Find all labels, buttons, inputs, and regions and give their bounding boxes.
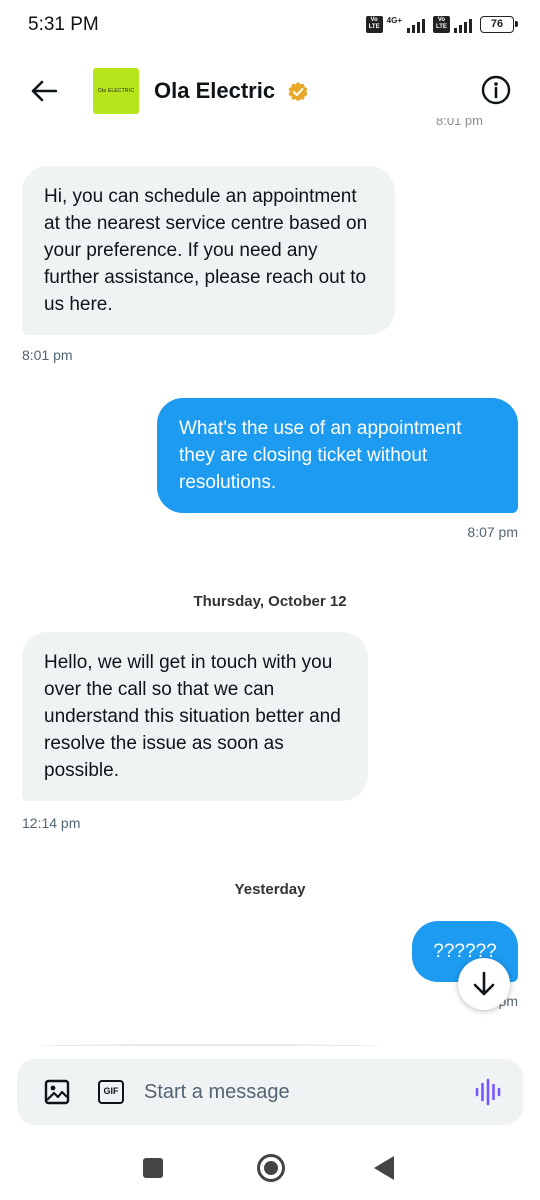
- arrow-left-icon: [31, 80, 57, 102]
- avatar-logo: Ola ELECTRIC: [97, 88, 135, 94]
- home-button[interactable]: [257, 1154, 285, 1182]
- voice-waveform-icon[interactable]: [474, 1078, 502, 1106]
- outgoing-message[interactable]: What's the use of an appointment they ar…: [157, 398, 518, 513]
- status-icons: Vo LTE 4G+ Vo LTE 76: [365, 16, 518, 33]
- recents-button[interactable]: [143, 1158, 163, 1178]
- message-input[interactable]: [144, 1074, 464, 1110]
- signal-strength-icon: [407, 17, 425, 33]
- back-button[interactable]: [26, 74, 62, 108]
- volte-icon-2: Vo LTE: [433, 16, 450, 33]
- incoming-message[interactable]: Hi, you can schedule an appointment at t…: [22, 166, 395, 335]
- scroll-to-bottom-button[interactable]: [458, 958, 510, 1010]
- cut-off-timestamp: 8:01 pm: [436, 118, 483, 128]
- incoming-message[interactable]: Hello, we will get in touch with you ove…: [22, 632, 368, 801]
- date-divider: Yesterday: [234, 881, 306, 898]
- system-back-button[interactable]: [374, 1156, 394, 1180]
- message-timestamp: 12:14 pm: [22, 815, 81, 831]
- network-type: 4G+: [386, 16, 402, 25]
- info-icon[interactable]: [480, 74, 512, 106]
- battery-icon: 76: [480, 16, 518, 33]
- status-time: 5:31 PM: [28, 14, 99, 35]
- verified-badge-icon: [288, 82, 308, 102]
- avatar[interactable]: Ola ELECTRIC: [93, 68, 139, 114]
- system-navigation-bar: [0, 1140, 540, 1200]
- conversation-header: Ola ELECTRIC Ola Electric: [0, 52, 540, 128]
- message-timestamp: 8:01 pm: [22, 347, 73, 363]
- volte-icon: Vo LTE: [365, 16, 383, 33]
- arrow-down-icon: [473, 971, 495, 996]
- date-divider: Thursday, October 12: [193, 593, 347, 610]
- message-timestamp: 8:07 pm: [467, 524, 518, 540]
- gif-button[interactable]: GIF: [98, 1080, 124, 1104]
- image-icon[interactable]: [44, 1079, 70, 1105]
- message-composer: GIF: [17, 1059, 523, 1125]
- contact-name[interactable]: Ola Electric: [154, 78, 275, 104]
- divider: [40, 1044, 378, 1048]
- signal-strength-icon-2: [454, 17, 472, 33]
- status-bar: 5:31 PM Vo LTE 4G+ Vo LTE 76: [0, 0, 540, 52]
